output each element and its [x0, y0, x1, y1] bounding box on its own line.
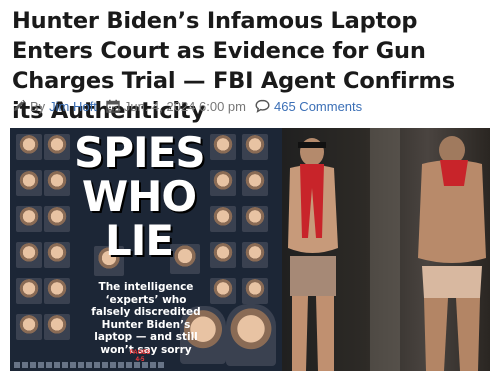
- cover-subtitle: The intelligence ‘experts’ who falsely d…: [91, 281, 201, 356]
- article-featured-image: SPIES WHO LIE The intelligence ‘experts’…: [10, 128, 490, 371]
- article-meta: By Jim Hoft Jun. 4, 2024 6:00 pm 465 Com…: [12, 96, 362, 116]
- portrait: [242, 242, 268, 268]
- portrait: [242, 206, 268, 232]
- photo-figures: [288, 128, 486, 371]
- portrait: [210, 242, 236, 268]
- cover-fine-print: [14, 362, 164, 368]
- portrait: [44, 242, 70, 268]
- portrait: [16, 278, 42, 304]
- pencil-icon: [12, 99, 26, 113]
- portrait: [16, 242, 42, 268]
- newspaper-cover: SPIES WHO LIE The intelligence ‘experts’…: [10, 128, 282, 371]
- portrait: [210, 278, 236, 304]
- portrait: [210, 206, 236, 232]
- portrait: [44, 206, 70, 232]
- portrait: [242, 134, 268, 160]
- portrait: [242, 278, 268, 304]
- publish-date: Jun. 4, 2024 6:00 pm: [123, 98, 246, 114]
- author-link[interactable]: Jim Hoft: [49, 99, 97, 114]
- portrait: [44, 278, 70, 304]
- calendar-icon: [106, 99, 120, 113]
- portrait: [226, 304, 276, 366]
- portrait: [44, 134, 70, 160]
- portrait: [210, 134, 236, 160]
- portrait: [210, 170, 236, 196]
- portrait: [44, 314, 70, 340]
- cover-title-line-3: LIE: [104, 216, 174, 265]
- comments-link[interactable]: 465 Comments: [274, 99, 362, 114]
- photo-panel: [282, 128, 490, 371]
- comment-bubble-icon[interactable]: [255, 99, 270, 113]
- portrait: [16, 206, 42, 232]
- cover-title-line-2: WHO: [81, 172, 197, 221]
- portrait: [242, 170, 268, 196]
- cover-title-line-1: SPIES: [74, 128, 206, 177]
- portrait: [16, 314, 42, 340]
- byline-prefix: By: [30, 98, 46, 114]
- portrait: [16, 170, 42, 196]
- portrait: [16, 134, 42, 160]
- portrait: [44, 170, 70, 196]
